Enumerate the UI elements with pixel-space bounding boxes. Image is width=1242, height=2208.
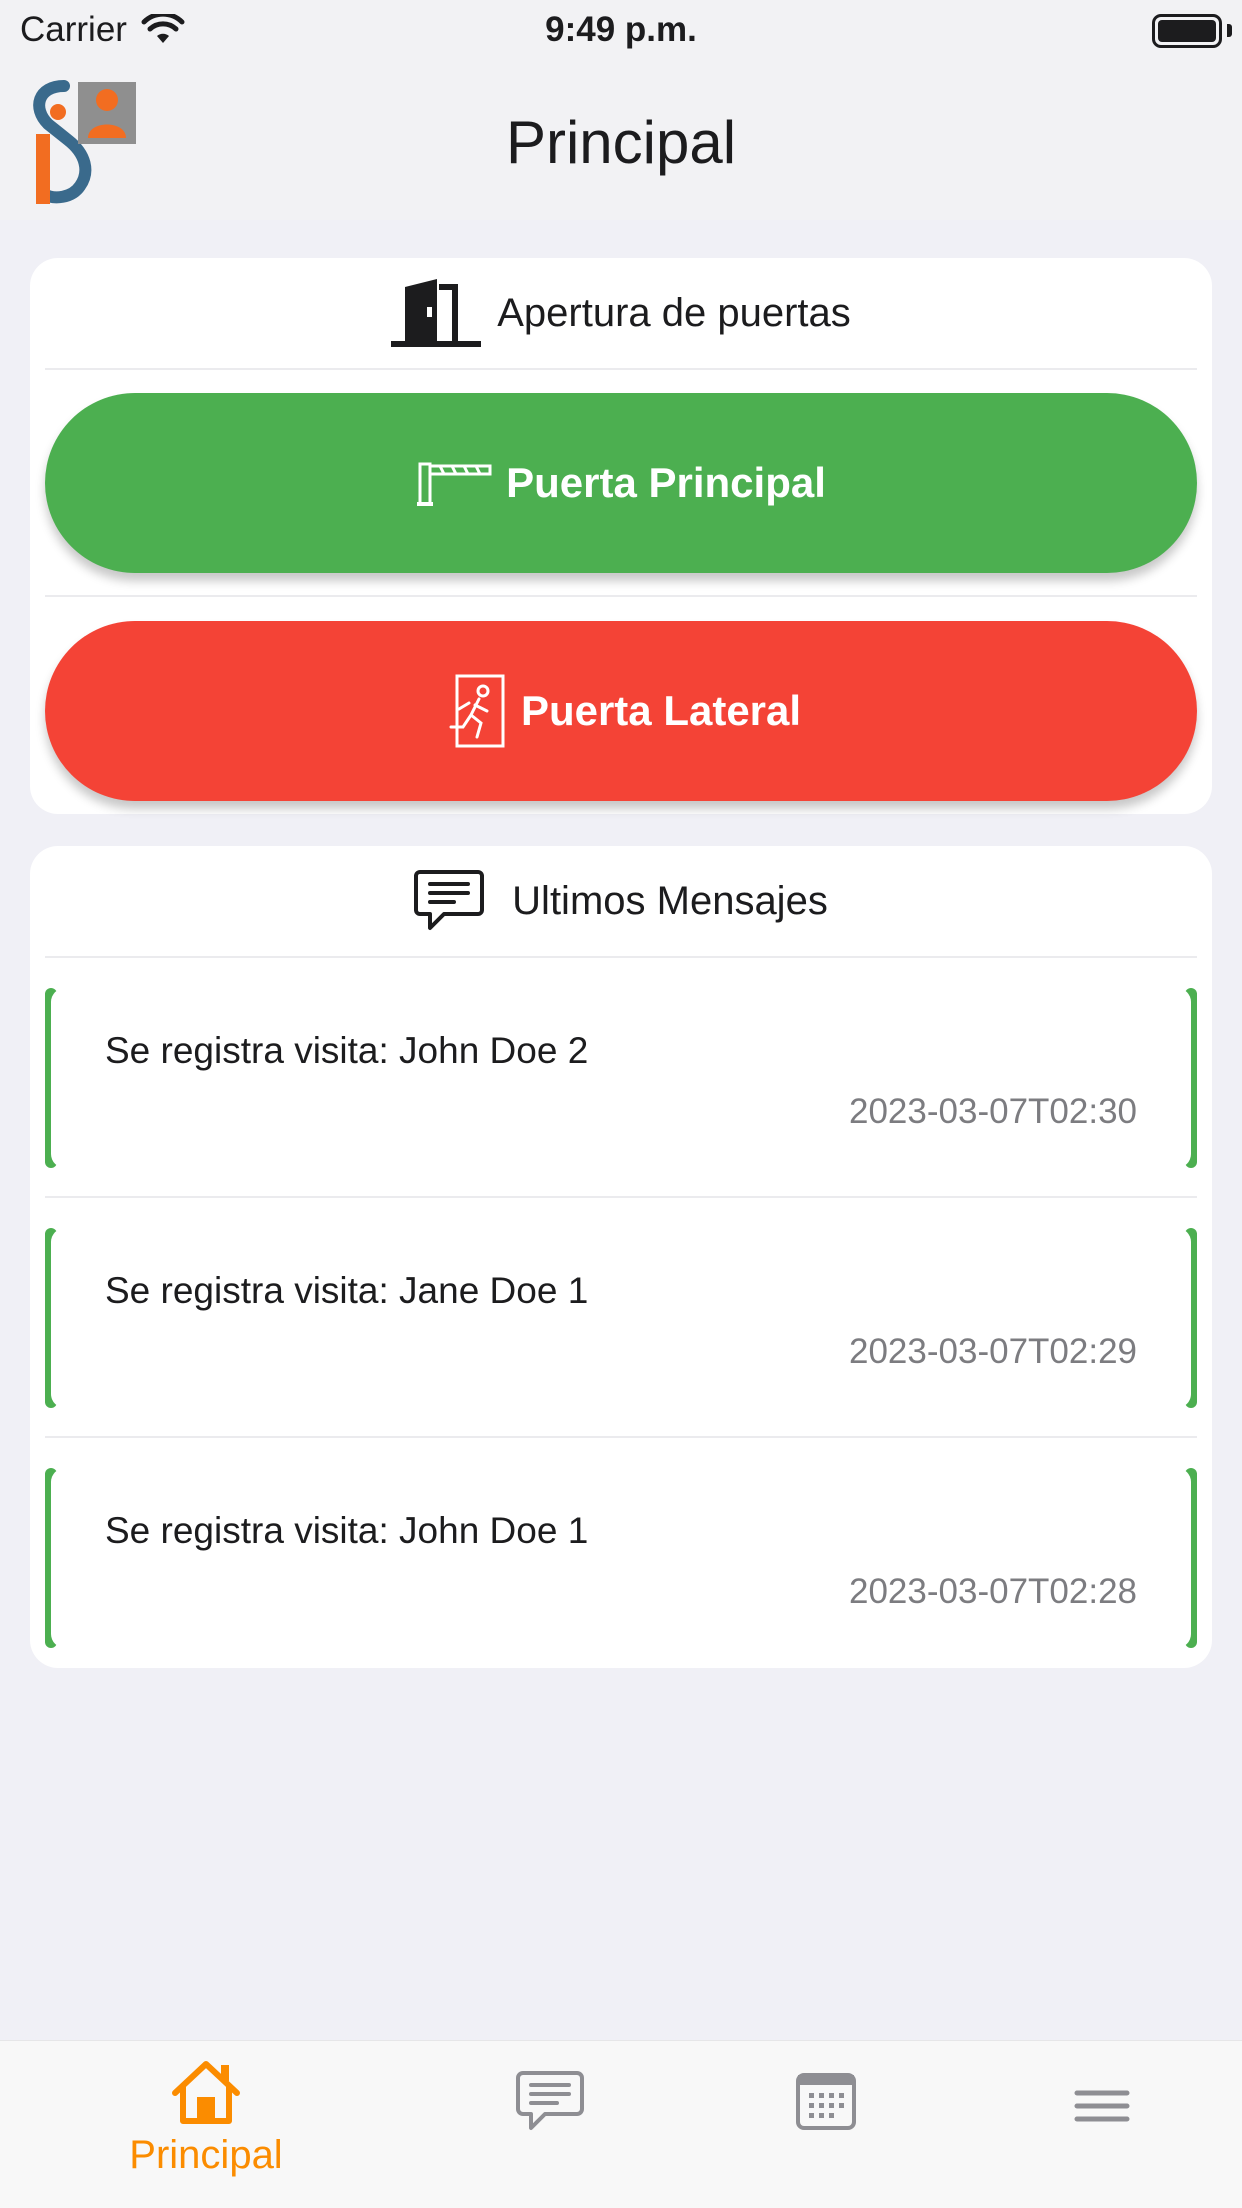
- home-icon: [172, 2061, 240, 2124]
- message-text: Se registra visita: John Doe 2: [105, 1030, 589, 1071]
- page-title: Principal: [505, 109, 737, 176]
- battery-tip: [1227, 24, 1232, 37]
- doors-card-title: Apertura de puertas: [497, 290, 851, 335]
- message-date: 2023-03-07T02:28: [849, 1572, 1137, 1611]
- door-icon: [391, 279, 482, 347]
- tab-bar: Principal: [0, 2040, 1242, 2208]
- doors-card: Apertura de puertas Puerta Principal Pue…: [30, 258, 1212, 814]
- calendar-icon: [796, 2073, 856, 2130]
- status-bar: Carrier 9:49 p.m.: [0, 0, 1242, 62]
- tab-calendar[interactable]: [726, 2059, 926, 2199]
- main-door-label: Puerta Principal: [506, 459, 826, 506]
- message-item[interactable]: Se registra visita: John Doe 1 2023-03-0…: [45, 1468, 1197, 1648]
- emergency-exit-icon: [449, 674, 505, 748]
- divider: [45, 1436, 1197, 1438]
- doors-card-header: Apertura de puertas: [30, 258, 1212, 368]
- message-item[interactable]: Se registra visita: John Doe 2 2023-03-0…: [45, 988, 1197, 1168]
- message-date: 2023-03-07T02:29: [849, 1332, 1137, 1371]
- message-date: 2023-03-07T02:30: [849, 1092, 1137, 1131]
- main-door-button[interactable]: Puerta Principal: [45, 393, 1197, 573]
- tab-principal[interactable]: Principal: [106, 2059, 306, 2199]
- message-text: Se registra visita: John Doe 1: [105, 1510, 589, 1551]
- menu-icon: [1074, 2090, 1130, 2122]
- messages-card-header: Ultimos Mensajes: [30, 846, 1212, 956]
- tab-principal-label: Principal: [129, 2133, 283, 2177]
- divider: [45, 595, 1197, 597]
- message-text: Se registra visita: Jane Doe 1: [105, 1270, 589, 1311]
- divider: [45, 956, 1197, 958]
- top-bar: Carrier 9:49 p.m. Principal: [0, 0, 1242, 220]
- divider: [45, 1196, 1197, 1198]
- barrier-gate-icon: [417, 462, 492, 506]
- messages-card: Ultimos Mensajes Se registra visita: Joh…: [30, 846, 1212, 1668]
- battery-icon: [1152, 14, 1222, 48]
- status-time: 9:49 p.m.: [545, 10, 697, 49]
- tab-messages[interactable]: [450, 2059, 650, 2199]
- screen: Carrier 9:49 p.m. Principal Apertura de …: [0, 0, 1242, 2208]
- chat-icon: [414, 870, 485, 930]
- tab-menu[interactable]: [1002, 2059, 1202, 2199]
- divider: [45, 368, 1197, 370]
- messages-card-title: Ultimos Mensajes: [512, 878, 828, 923]
- side-door-button[interactable]: Puerta Lateral: [45, 621, 1197, 801]
- side-door-label: Puerta Lateral: [520, 687, 802, 734]
- messages-icon: [516, 2071, 584, 2130]
- message-item[interactable]: Se registra visita: Jane Doe 1 2023-03-0…: [45, 1228, 1197, 1408]
